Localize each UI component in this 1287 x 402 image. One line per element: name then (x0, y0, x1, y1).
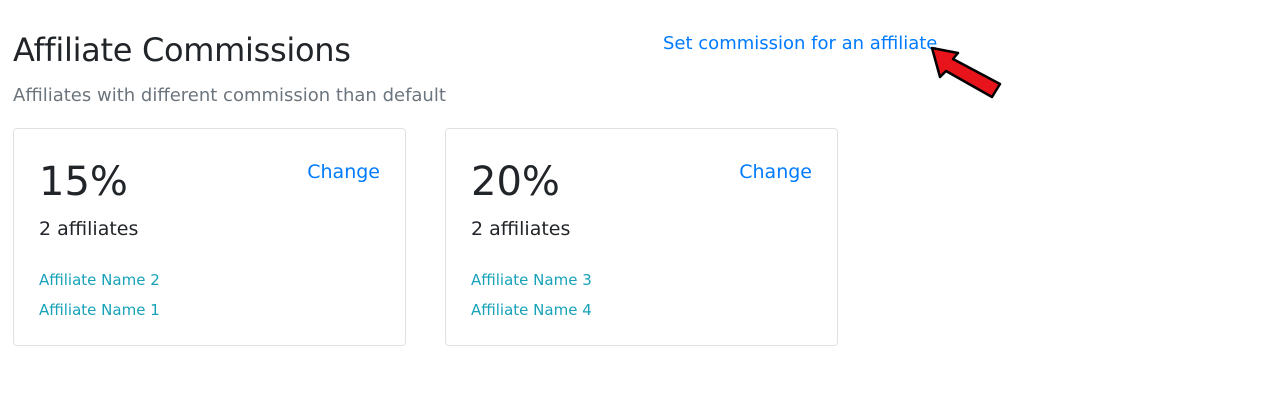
affiliate-link[interactable]: Affiliate Name 3 (471, 271, 592, 289)
page-subtitle: Affiliates with different commission tha… (13, 85, 446, 106)
affiliate-link[interactable]: Affiliate Name 2 (39, 271, 160, 289)
change-commission-button[interactable]: Change (739, 160, 812, 184)
affiliate-list: Affiliate Name 3 Affiliate Name 4 (471, 270, 592, 330)
commission-card-15: 15% Change 2 affiliates Affiliate Name 2… (13, 128, 406, 346)
list-item: Affiliate Name 2 (39, 270, 160, 300)
affiliate-list: Affiliate Name 2 Affiliate Name 1 (39, 270, 160, 330)
commission-rate: 20% (471, 159, 560, 205)
affiliate-link[interactable]: Affiliate Name 4 (471, 301, 592, 319)
set-commission-link[interactable]: Set commission for an affiliate (663, 32, 937, 56)
commission-rate: 15% (39, 159, 128, 205)
arrow-pointer-icon (930, 46, 1002, 99)
list-item: Affiliate Name 4 (471, 300, 592, 330)
list-item: Affiliate Name 1 (39, 300, 160, 330)
list-item: Affiliate Name 3 (471, 270, 592, 300)
affiliate-count: 2 affiliates (39, 218, 139, 240)
affiliate-link[interactable]: Affiliate Name 1 (39, 301, 160, 319)
change-commission-button[interactable]: Change (307, 160, 380, 184)
commission-cards: 15% Change 2 affiliates Affiliate Name 2… (13, 128, 838, 346)
affiliate-count: 2 affiliates (471, 218, 571, 240)
commission-card-20: 20% Change 2 affiliates Affiliate Name 3… (445, 128, 838, 346)
page-title: Affiliate Commissions (13, 31, 351, 69)
